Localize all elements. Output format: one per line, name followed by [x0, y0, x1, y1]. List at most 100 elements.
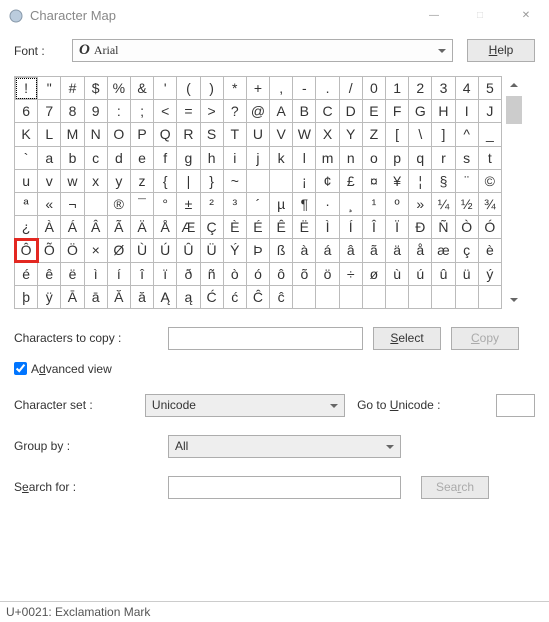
grid-cell[interactable]: ´ — [246, 192, 269, 215]
grid-cell[interactable]: L — [38, 123, 61, 146]
grid-cell[interactable]: ô — [270, 262, 293, 285]
grid-cell[interactable]: ± — [177, 192, 200, 215]
grid-cell[interactable]: Ó — [478, 216, 501, 239]
grid-cell[interactable]: µ — [270, 192, 293, 215]
grid-cell[interactable]: $ — [84, 77, 107, 100]
grid-cell[interactable]: 1 — [386, 77, 409, 100]
grid-cell[interactable]: e — [130, 146, 153, 169]
grid-cell[interactable]: þ — [15, 285, 38, 308]
grid-cell[interactable]: é — [15, 262, 38, 285]
help-button[interactable]: Help — [467, 39, 535, 62]
charset-select[interactable]: Unicode — [145, 394, 345, 417]
grid-cell[interactable]: ¿ — [15, 216, 38, 239]
grid-cell[interactable]: W — [293, 123, 316, 146]
grid-cell[interactable]: X — [316, 123, 339, 146]
grid-cell[interactable]: = — [177, 100, 200, 123]
grid-cell[interactable]: } — [200, 169, 223, 192]
grid-cell[interactable]: ¨ — [455, 169, 478, 192]
grid-cell[interactable]: Å — [154, 216, 177, 239]
grid-cell[interactable]: J — [478, 100, 501, 123]
grid-cell[interactable]: k — [270, 146, 293, 169]
grid-cell[interactable]: \ — [409, 123, 432, 146]
grid-cell[interactable]: ć — [223, 285, 246, 308]
grid-cell[interactable]: Ì — [316, 216, 339, 239]
grid-cell[interactable] — [270, 169, 293, 192]
grid-cell[interactable]: o — [362, 146, 385, 169]
grid-cell[interactable]: U — [246, 123, 269, 146]
grid-cell[interactable] — [386, 285, 409, 308]
grid-cell[interactable]: ç — [455, 239, 478, 262]
select-button[interactable]: Select — [373, 327, 441, 350]
grid-cell[interactable]: © — [478, 169, 501, 192]
advanced-view-label[interactable]: Advanced view — [31, 362, 112, 376]
grid-cell[interactable]: ¥ — [386, 169, 409, 192]
grid-cell[interactable]: f — [154, 146, 177, 169]
search-input[interactable] — [168, 476, 401, 499]
grid-cell[interactable]: º — [386, 192, 409, 215]
font-select[interactable]: O Arial — [72, 39, 453, 62]
grid-cell[interactable]: Ă — [107, 285, 130, 308]
grid-cell[interactable]: ¯ — [130, 192, 153, 215]
grid-cell[interactable]: Â — [84, 216, 107, 239]
grid-cell[interactable]: ­ — [84, 192, 107, 215]
grid-cell[interactable]: ¡ — [293, 169, 316, 192]
grid-cell[interactable]: h — [200, 146, 223, 169]
grid-cell[interactable]: ½ — [455, 192, 478, 215]
grid-cell[interactable]: í — [107, 262, 130, 285]
grid-cell[interactable]: Ú — [154, 239, 177, 262]
scroll-thumb[interactable] — [506, 96, 522, 124]
grid-cell[interactable]: V — [270, 123, 293, 146]
grid-cell[interactable]: Ò — [455, 216, 478, 239]
grid-cell[interactable]: ¸ — [339, 192, 362, 215]
grid-cell[interactable]: ! — [15, 77, 38, 100]
grid-cell[interactable]: Ï — [386, 216, 409, 239]
grid-cell[interactable] — [339, 285, 362, 308]
grid-cell[interactable]: î — [130, 262, 153, 285]
grid-cell[interactable]: D — [339, 100, 362, 123]
grid-cell[interactable]: A — [270, 100, 293, 123]
grid-cell[interactable]: ú — [409, 262, 432, 285]
grid-cell[interactable]: ë — [61, 262, 84, 285]
grid-cell[interactable]: 7 — [38, 100, 61, 123]
grid-cell[interactable]: K — [15, 123, 38, 146]
grid-cell[interactable]: x — [84, 169, 107, 192]
grid-cell[interactable]: ª — [15, 192, 38, 215]
grid-cell[interactable]: ^ — [455, 123, 478, 146]
close-button[interactable]: ✕ — [503, 1, 549, 31]
grid-cell[interactable]: a — [38, 146, 61, 169]
grid-cell[interactable]: 3 — [432, 77, 455, 100]
grid-cell[interactable] — [293, 285, 316, 308]
grid-cell[interactable]: Ç — [200, 216, 223, 239]
grid-cell[interactable]: | — [177, 169, 200, 192]
grid-cell[interactable]: I — [455, 100, 478, 123]
grid-cell[interactable]: û — [432, 262, 455, 285]
grid-cell[interactable]: * — [223, 77, 246, 100]
grid-cell[interactable]: H — [432, 100, 455, 123]
grid-cell[interactable]: v — [38, 169, 61, 192]
grid-cell[interactable]: 2 — [409, 77, 432, 100]
grid-cell[interactable]: è — [478, 239, 501, 262]
grid-cell[interactable]: j — [246, 146, 269, 169]
grid-cell[interactable]: à — [293, 239, 316, 262]
grid-cell[interactable]: % — [107, 77, 130, 100]
grid-cell[interactable]: ĉ — [270, 285, 293, 308]
grid-cell[interactable]: £ — [339, 169, 362, 192]
grid-cell[interactable]: R — [177, 123, 200, 146]
grid-cell[interactable]: § — [432, 169, 455, 192]
grid-cell[interactable]: È — [223, 216, 246, 239]
grid-cell[interactable]: M — [61, 123, 84, 146]
grid-cell[interactable]: s — [455, 146, 478, 169]
grid-cell[interactable]: Ä — [130, 216, 153, 239]
grid-cell[interactable]: u — [15, 169, 38, 192]
grid-cell[interactable]: ý — [478, 262, 501, 285]
grid-cell[interactable]: ø — [362, 262, 385, 285]
grid-cell[interactable]: ® — [107, 192, 130, 215]
grid-cell[interactable]: ü — [455, 262, 478, 285]
grid-cell[interactable]: É — [246, 216, 269, 239]
grid-cell[interactable]: ¾ — [478, 192, 501, 215]
grid-cell[interactable]: q — [409, 146, 432, 169]
grid-cell[interactable]: Ü — [200, 239, 223, 262]
advanced-view-checkbox[interactable] — [14, 362, 27, 375]
grid-cell[interactable]: l — [293, 146, 316, 169]
grid-cell[interactable]: Í — [339, 216, 362, 239]
